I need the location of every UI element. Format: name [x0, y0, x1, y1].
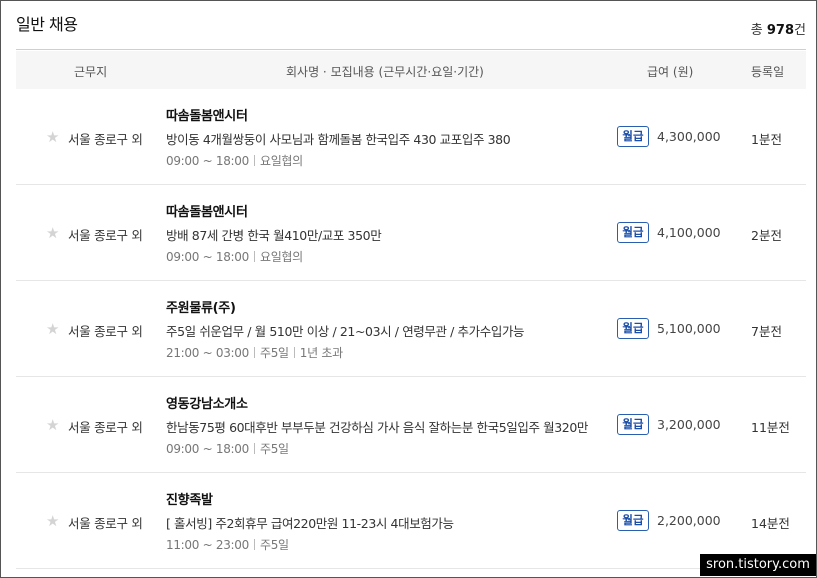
- pay-type-badge: 월급: [617, 222, 649, 243]
- listing-description[interactable]: 방이동 4개월쌍둥이 사모님과 함께돌봄 한국입주 430 교포입주 380: [166, 129, 594, 148]
- listing-description[interactable]: [ 홀서빙] 주2회휴무 급여220만원 11-23시 4대보험가능: [166, 513, 594, 532]
- listing-company[interactable]: 주원물류(주): [166, 297, 236, 316]
- listing-hours: 09:00 ~ 18:00: [166, 250, 249, 264]
- col-salary: 급여 (원): [647, 65, 694, 79]
- listing-posted: 7분전: [751, 324, 782, 339]
- star-icon[interactable]: ★: [46, 321, 62, 337]
- star-icon[interactable]: ★: [46, 417, 62, 433]
- listing-row[interactable]: ★ 서울 종로구 외 따솜돌봄앤시터 방이동 4개월쌍둥이 사모님과 함께돌봄 …: [16, 89, 806, 185]
- listing-salary: 4,300,000: [657, 129, 721, 144]
- listing-company[interactable]: 영동강남소개소: [166, 393, 248, 412]
- pay-type-badge: 월급: [617, 414, 649, 435]
- pay-type-badge: 월급: [617, 510, 649, 531]
- total-number: 978: [766, 23, 795, 38]
- listing-description[interactable]: 주5일 쉬운업무 / 월 510만 이상 / 21~03시 / 연령무관 / 추…: [166, 321, 594, 340]
- listing-list: ★ 서울 종로구 외 따솜돌봄앤시터 방이동 4개월쌍둥이 사모님과 함께돌봄 …: [16, 89, 806, 569]
- listing-company[interactable]: 따솜돌봄앤시터: [166, 105, 248, 124]
- listing-location: 서울 종로구 외: [68, 132, 143, 147]
- star-icon[interactable]: ★: [46, 129, 62, 145]
- listing-company[interactable]: 진향족발: [166, 489, 213, 508]
- listing-row[interactable]: ★ 서울 종로구 외 영동강남소개소 한남동75평 60대후반 부부두분 건강하…: [16, 377, 806, 473]
- listing-location: 서울 종로구 외: [68, 228, 143, 243]
- listing-salary: 3,200,000: [657, 417, 721, 432]
- listing-description[interactable]: 한남동75평 60대후반 부부두분 건강하심 가사 음식 잘하는분 한국5일입주…: [166, 417, 594, 436]
- total-count: 총 978건: [751, 19, 806, 38]
- listing-salary: 4,100,000: [657, 225, 721, 240]
- listing-salary: 5,100,000: [657, 321, 721, 336]
- listing-description[interactable]: 방배 87세 간병 한국 월410만/교포 350만: [166, 225, 594, 244]
- listing-row[interactable]: ★ 서울 종로구 외 진향족발 [ 홀서빙] 주2회휴무 급여220만원 11-…: [16, 473, 806, 569]
- col-details: 회사명 · 모집내용 (근무시간·요일·기간): [286, 65, 484, 79]
- listing-row[interactable]: ★ 서울 종로구 외 주원물류(주) 주5일 쉬운업무 / 월 510만 이상 …: [16, 281, 806, 377]
- pay-type-badge: 월급: [617, 318, 649, 339]
- star-icon[interactable]: ★: [46, 225, 62, 241]
- listing-days: 주5일: [259, 538, 289, 552]
- listing-row[interactable]: ★ 서울 종로구 외 따솜돌봄앤시터 방배 87세 간병 한국 월410만/교포…: [16, 185, 806, 281]
- total-prefix: 총: [750, 23, 763, 38]
- listing-days: 요일협의: [259, 154, 303, 168]
- listing-period: 1년 초과: [299, 346, 343, 360]
- listing-hours: 21:00 ~ 03:00: [166, 346, 249, 360]
- listing-days: 요일협의: [259, 250, 303, 264]
- listing-location: 서울 종로구 외: [68, 324, 143, 339]
- listing-location: 서울 종로구 외: [68, 516, 143, 531]
- listing-posted: 14분전: [751, 516, 790, 531]
- listing-posted: 1분전: [751, 132, 782, 147]
- listing-salary: 2,200,000: [657, 513, 721, 528]
- total-suffix: 건: [794, 23, 806, 38]
- listing-meta: 09:00 ~ 18:00 요일협의: [166, 248, 303, 265]
- col-date: 등록일: [751, 65, 785, 79]
- pay-type-badge: 월급: [617, 126, 649, 147]
- listing-days: 주5일: [259, 442, 289, 456]
- listing-meta: 09:00 ~ 18:00 요일협의: [166, 152, 303, 169]
- listing-location: 서울 종로구 외: [68, 420, 143, 435]
- listing-company[interactable]: 따솜돌봄앤시터: [166, 201, 248, 220]
- listing-hours: 11:00 ~ 23:00: [166, 538, 249, 552]
- star-icon[interactable]: ★: [46, 513, 62, 529]
- listing-meta: 09:00 ~ 18:00 주5일: [166, 440, 289, 457]
- listing-posted: 11분전: [751, 420, 790, 435]
- listing-posted: 2분전: [751, 228, 782, 243]
- section-header: 일반 채용 총 978건: [16, 0, 806, 50]
- listing-meta: 11:00 ~ 23:00 주5일: [166, 536, 289, 553]
- col-location: 근무지: [74, 65, 108, 79]
- section-title: 일반 채용: [16, 15, 78, 34]
- listing-meta: 21:00 ~ 03:00 주5일 1년 초과: [166, 344, 343, 361]
- watermark: sron.tistory.com: [700, 554, 816, 576]
- listing-hours: 09:00 ~ 18:00: [166, 442, 249, 456]
- listing-hours: 09:00 ~ 18:00: [166, 154, 249, 168]
- column-header: 근무지 회사명 · 모집내용 (근무시간·요일·기간) 급여 (원) 등록일: [16, 51, 806, 89]
- listing-days: 주5일: [259, 346, 289, 360]
